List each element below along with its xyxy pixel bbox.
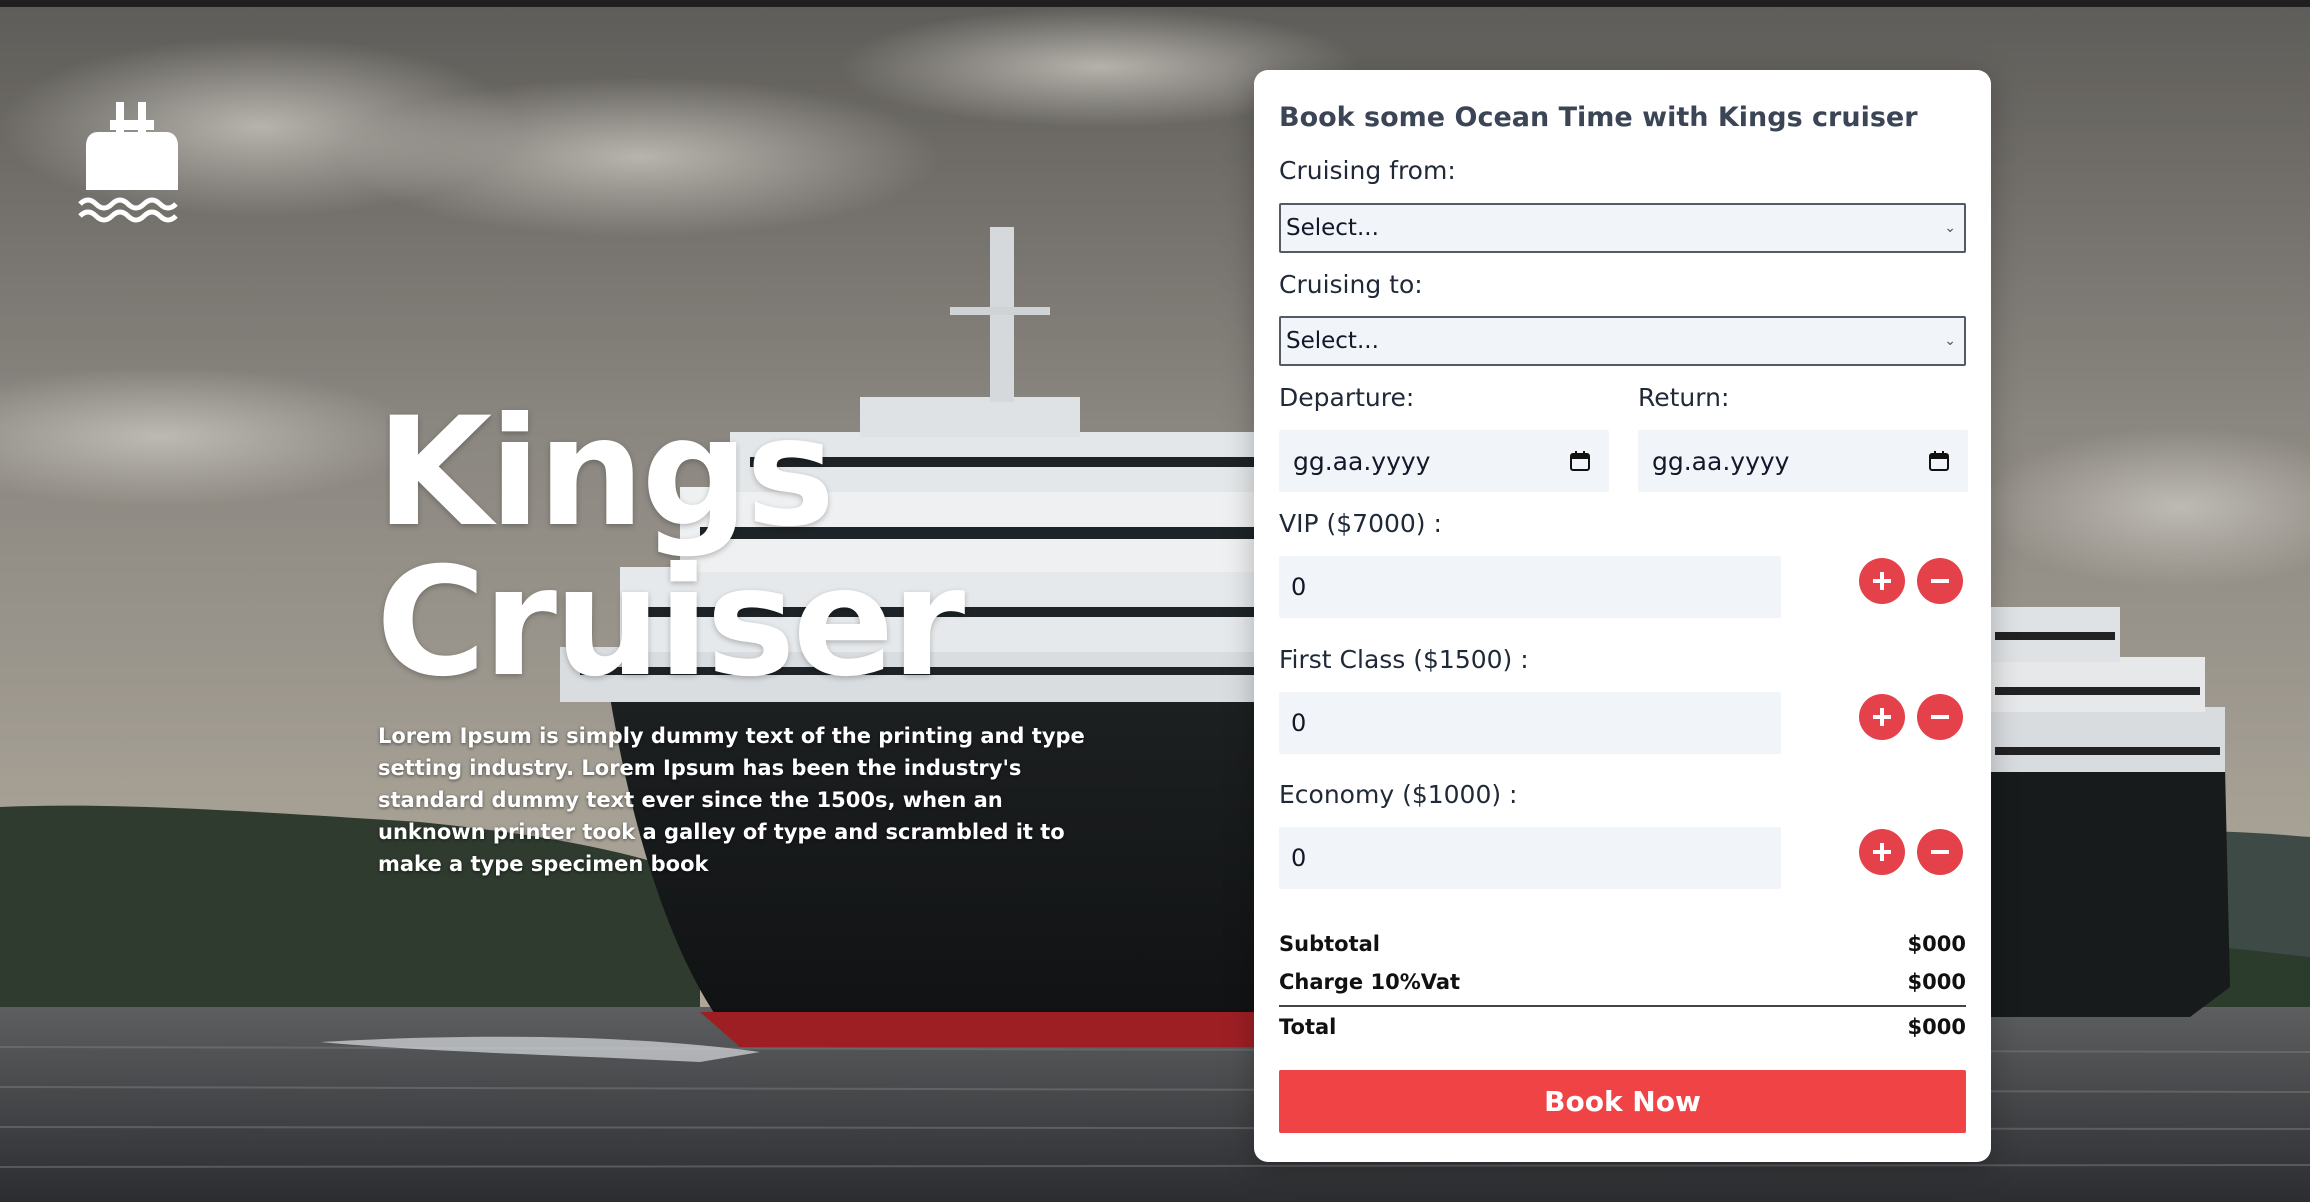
vat-row: Charge 10%Vat $000 [1279,970,1966,994]
plus-icon [1873,708,1891,726]
vat-value: $000 [1907,970,1966,994]
vat-label: Charge 10%Vat [1279,970,1461,994]
first-class-decrement-button[interactable] [1917,694,1963,740]
subtotal-row: Subtotal $000 [1279,932,1966,956]
minus-icon [1931,715,1949,719]
first-class-label: First Class ($1500) : [1279,645,1529,674]
booking-card: Book some Ocean Time with Kings cruiser … [1254,70,1991,1162]
ship-logo-icon[interactable] [76,98,188,223]
first-class-quantity-value: 0 [1291,709,1307,737]
economy-label: Economy ($1000) : [1279,780,1518,809]
economy-quantity-value: 0 [1291,844,1307,872]
return-label: Return: [1638,383,1730,412]
total-value: $000 [1907,1015,1966,1039]
departure-date-input[interactable]: gg.aa.yyyy [1279,430,1609,492]
plus-icon [1873,572,1891,590]
booking-title: Book some Ocean Time with Kings cruiser [1279,102,1918,133]
summary-divider [1279,1005,1966,1007]
cruising-from-label: Cruising from: [1279,156,1456,185]
hero-title-line2: Cruiser [376,536,965,710]
first-class-quantity-input[interactable]: 0 [1279,692,1781,754]
subtotal-label: Subtotal [1279,932,1380,956]
return-date-placeholder: gg.aa.yyyy [1652,446,1790,476]
vip-quantity-value: 0 [1291,573,1307,601]
window-top-bar [0,0,2310,7]
chevron-down-icon: ⌄ [1944,333,1956,349]
hero-title: Kings Cruiser [376,386,965,710]
vip-decrement-button[interactable] [1917,558,1963,604]
cruising-to-select[interactable]: Select... ⌄ [1279,316,1966,366]
return-date-input[interactable]: gg.aa.yyyy [1638,430,1968,492]
cruising-from-value: Select... [1286,215,1379,241]
departure-label: Departure: [1279,383,1415,412]
calendar-icon[interactable] [1928,450,1950,472]
cruising-to-label: Cruising to: [1279,270,1423,299]
total-row: Total $000 [1279,1015,1966,1039]
vip-increment-button[interactable] [1859,558,1905,604]
book-now-button[interactable]: Book Now [1279,1070,1966,1133]
minus-icon [1931,579,1949,583]
first-class-increment-button[interactable] [1859,694,1905,740]
total-label: Total [1279,1015,1337,1039]
calendar-icon[interactable] [1569,450,1591,472]
subtotal-value: $000 [1907,932,1966,956]
cruising-to-value: Select... [1286,328,1379,354]
departure-date-placeholder: gg.aa.yyyy [1293,446,1431,476]
economy-quantity-input[interactable]: 0 [1279,827,1781,889]
vip-label: VIP ($7000) : [1279,509,1442,538]
plus-icon [1873,843,1891,861]
minus-icon [1931,850,1949,854]
hero-description: Lorem Ipsum is simply dummy text of the … [378,724,1085,876]
economy-increment-button[interactable] [1859,829,1905,875]
economy-decrement-button[interactable] [1917,829,1963,875]
chevron-down-icon: ⌄ [1944,220,1956,236]
hero-title-line1: Kings [376,386,835,560]
vip-quantity-input[interactable]: 0 [1279,556,1781,618]
cruising-from-select[interactable]: Select... ⌄ [1279,203,1966,253]
